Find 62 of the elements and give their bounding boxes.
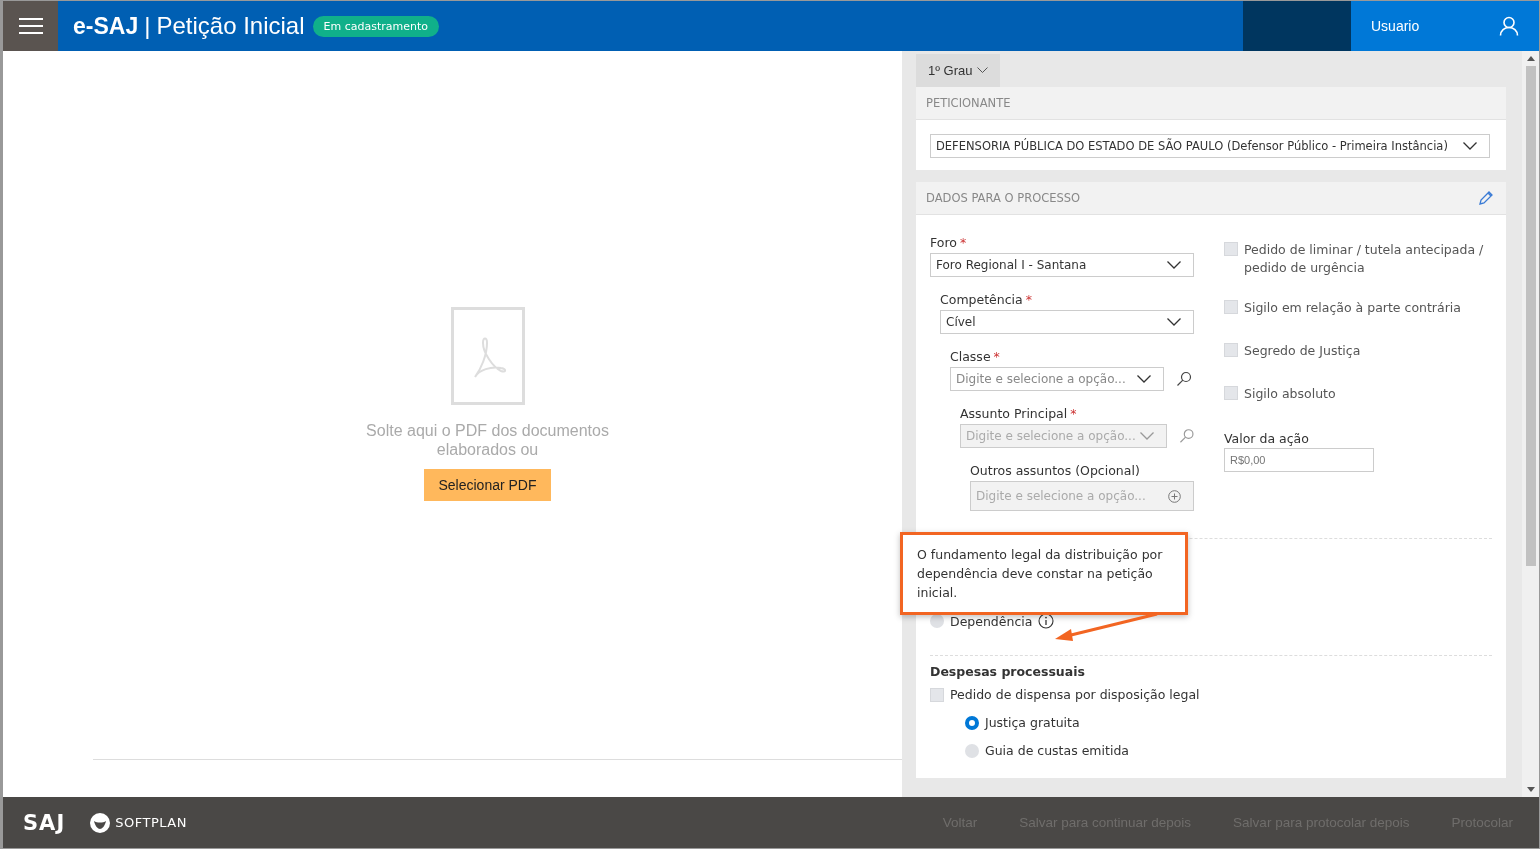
chevron-down-icon xyxy=(976,67,988,74)
pencil-icon[interactable] xyxy=(1478,190,1494,206)
checkbox[interactable] xyxy=(1224,343,1238,357)
checkbox-label: Segredo de Justiça xyxy=(1244,342,1362,360)
status-badge: Em cadastramento xyxy=(312,15,439,37)
scroll-up-icon[interactable] xyxy=(1526,56,1535,61)
radio-label: Guia de custas emitida xyxy=(985,743,1129,758)
add-icon xyxy=(1168,489,1181,503)
pdf-file-icon xyxy=(450,307,525,405)
checkbox-label: Pedido de dispensa por disposição legal xyxy=(950,687,1200,702)
user-icon xyxy=(1499,16,1519,36)
search-icon[interactable] xyxy=(1176,371,1192,387)
footer-logo: SAJ xyxy=(23,810,66,835)
radio-button[interactable] xyxy=(965,715,979,730)
field-label: Outros assuntos (Opcional) xyxy=(970,463,1140,478)
field-label: Foro xyxy=(930,235,957,250)
checkbox-label: Pedido de liminar / tutela antecipada / pedido de urgência xyxy=(1244,241,1484,277)
callout-text: O fundamento legal da distribuição por dependência deve constar na petição inicial. xyxy=(917,547,1163,600)
shield-logo-icon xyxy=(89,811,112,834)
required-mark: * xyxy=(959,235,967,250)
section-subheading: Despesas processuais xyxy=(930,664,1086,679)
petitioner-select[interactable]: DEFENSORIA PÚBLICA DO ESTADO DE SÃO PAULO (Defensor Público - Primeira Instância) xyxy=(930,134,1490,158)
chevron-down-icon xyxy=(1167,261,1181,269)
instance-tab[interactable]: 1º Grau xyxy=(916,54,1000,87)
footer-brand: SOFTPLAN xyxy=(115,815,187,830)
scroll-thumb[interactable] xyxy=(1525,66,1536,566)
checkbox-label: Sigilo em relação à parte contrária xyxy=(1244,299,1462,317)
checkbox[interactable] xyxy=(1224,242,1238,256)
section-heading: DADOS PARA O PROCESSO xyxy=(926,191,1081,205)
amount-input[interactable]: R$0,00 xyxy=(1224,448,1374,472)
field-label: Classe xyxy=(950,349,991,364)
drop-instructions: Solte aqui o PDF dos documentos elaborados ou xyxy=(365,421,610,459)
field-label: Assunto Principal xyxy=(960,406,1068,421)
menu-button[interactable] xyxy=(3,1,58,51)
section-heading: PETICIONANTE xyxy=(926,96,1011,110)
field-label: Competência xyxy=(940,292,1023,307)
checkbox[interactable] xyxy=(1224,300,1238,314)
radio-button[interactable] xyxy=(965,743,979,758)
radio-label: Dependência xyxy=(950,613,1033,629)
select-pdf-button[interactable]: Selecionar PDF xyxy=(424,469,551,501)
checkbox[interactable] xyxy=(930,688,944,702)
chevron-down-icon xyxy=(1167,318,1181,326)
input-field[interactable]: Digite e selecione a opção... xyxy=(950,367,1164,391)
chevron-down-icon xyxy=(1139,432,1154,440)
chevron-down-icon xyxy=(1463,142,1477,150)
field-label: Valor da ação xyxy=(1224,431,1310,446)
app-brand: e-SAJ xyxy=(73,12,139,40)
required-mark: * xyxy=(1025,292,1032,307)
required-mark: * xyxy=(1070,406,1077,421)
checkbox-label: Sigilo absoluto xyxy=(1244,385,1337,403)
scroll-down-icon[interactable] xyxy=(1526,787,1535,792)
required-mark: * xyxy=(993,349,1000,364)
select-field[interactable]: Cível xyxy=(940,310,1194,334)
radio-label: Justiça gratuita xyxy=(985,715,1080,730)
title-separator: | xyxy=(144,12,151,40)
page-title: Petição Inicial xyxy=(156,12,305,40)
user-menu[interactable]: Usuario xyxy=(1351,1,1539,51)
chevron-down-icon xyxy=(1137,375,1151,383)
menu-icon xyxy=(17,17,44,35)
info-icon[interactable] xyxy=(1038,613,1055,629)
checkbox[interactable] xyxy=(1224,386,1238,400)
select-field[interactable]: Foro Regional I - Santana xyxy=(930,253,1194,277)
